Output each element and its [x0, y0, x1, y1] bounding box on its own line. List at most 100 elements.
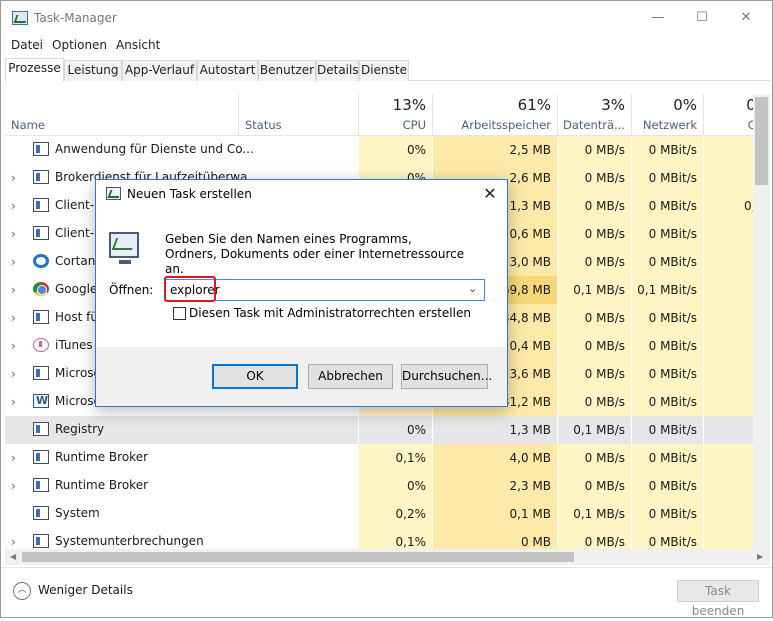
network-cell: 0 MBit/s [631, 164, 703, 192]
process-name: Runtime Broker [55, 450, 149, 464]
network-cell: 0 MBit/s [631, 388, 703, 416]
disk-cell: 0 MB/s [557, 360, 631, 388]
network-percent: 0% [673, 96, 697, 114]
ok-button[interactable]: OK [212, 364, 298, 389]
menu-optionen[interactable]: Optionen [52, 38, 107, 52]
memory-cell: 1,3 MB [432, 416, 557, 444]
minimize-button[interactable]: — [635, 1, 681, 35]
chevron-right-icon[interactable]: › [11, 367, 16, 381]
disk-cell: 0 MB/s [557, 388, 631, 416]
column-header-cpu[interactable]: 13% CPU [358, 94, 432, 136]
memory-cell: 0 MB [432, 528, 557, 549]
network-cell: 0 MBit/s [631, 416, 703, 444]
column-header-network[interactable]: 0% Netzwerk [631, 94, 703, 136]
title-bar: Task-Manager — ☐ ✕ [1, 1, 772, 35]
chevron-right-icon[interactable]: › [11, 311, 16, 325]
tab-dienste[interactable]: Dienste [359, 60, 409, 81]
table-row[interactable]: › Runtime Broker 0% 2,3 MB 0 MB/s 0 MBit/s [5, 472, 770, 500]
network-cell: 0 MBit/s [631, 444, 703, 472]
disk-cell: 0 MB/s [557, 192, 631, 220]
end-task-button[interactable]: Task beenden [677, 580, 759, 618]
open-combobox[interactable]: explorer ⌄ [164, 276, 485, 302]
memory-percent: 61% [517, 96, 551, 114]
table-row[interactable]: System 0,2% 0,1 MB 0,1 MB/s 0 MBit/s [5, 500, 770, 528]
chevron-right-icon[interactable]: › [11, 451, 16, 465]
horizontal-scrollbar[interactable]: ◀ ▶ [5, 549, 770, 565]
network-label: Netzwerk [642, 118, 697, 132]
admin-checkbox[interactable] [173, 307, 186, 320]
tab-app-verlauf[interactable]: App-Verlauf [122, 60, 197, 81]
network-cell: 0 MBit/s [631, 500, 703, 528]
task-manager-icon [12, 11, 28, 25]
network-cell: 0 MBit/s [631, 304, 703, 332]
cancel-button[interactable]: Abbrechen [308, 364, 393, 389]
vertical-scrollbar[interactable] [753, 94, 770, 549]
disk-cell: 0 MB/s [557, 220, 631, 248]
dialog-close-button[interactable]: ✕ [477, 183, 503, 205]
cpu-label: CPU [402, 118, 426, 132]
column-header-memory[interactable]: 61% Arbeitsspeicher [432, 94, 557, 136]
column-header-disk[interactable]: 3% Datenträ... [557, 94, 631, 136]
memory-cell: 0,1 MB [432, 500, 557, 528]
horizontal-scroll-thumb[interactable] [22, 552, 574, 562]
network-cell: 0 MBit/s [631, 528, 703, 549]
disk-cell: 0 MB/s [557, 472, 631, 500]
column-header-status[interactable]: Status [238, 94, 358, 136]
menu-datei[interactable]: Datei [11, 38, 43, 52]
chevron-right-icon[interactable]: › [11, 479, 16, 493]
disk-cell: 0,1 MB/s [557, 416, 631, 444]
tab-prozesse[interactable]: Prozesse [5, 58, 64, 82]
process-icon [33, 450, 49, 464]
chevron-right-icon[interactable]: › [11, 255, 16, 269]
column-header-name[interactable]: Name [11, 118, 45, 132]
status-label: Status [245, 118, 282, 132]
chevron-right-icon[interactable]: › [11, 171, 16, 185]
network-cell: 0 MBit/s [631, 220, 703, 248]
table-row[interactable]: Anwendung für Dienste und Co... 0% 2,5 MB 0… [5, 136, 770, 164]
chevron-right-icon[interactable]: › [11, 283, 16, 297]
process-icon [33, 394, 49, 408]
vertical-scroll-thumb[interactable] [755, 97, 768, 185]
chevron-right-icon[interactable]: › [11, 535, 16, 549]
cpu-cell: 0,1% [358, 528, 432, 549]
chevron-right-icon[interactable]: › [11, 227, 16, 241]
table-header: Name Status 13% CPU 61% Arbeitsspeicher … [5, 94, 770, 136]
tab-benutzer[interactable]: Benutzer [258, 60, 316, 81]
network-cell: 0 MBit/s [631, 472, 703, 500]
task-manager-icon [106, 187, 121, 200]
cpu-cell: 0,1% [358, 444, 432, 472]
table-row[interactable]: Registry 0% 1,3 MB 0,1 MB/s 0 MBit/s [5, 416, 770, 444]
new-task-dialog: Neuen Task erstellen ✕ Geben Sie den Nam… [95, 179, 508, 407]
chevron-up-icon[interactable]: ︿ [13, 582, 31, 600]
tab-details[interactable]: Details [316, 60, 359, 81]
fewer-details-link[interactable]: Weniger Details [38, 583, 133, 597]
browse-button[interactable]: Durchsuchen... [401, 364, 492, 389]
menu-ansicht[interactable]: Ansicht [116, 38, 160, 52]
admin-checkbox-label[interactable]: Diesen Task mit Administratorrechten ers… [189, 306, 471, 320]
process-icon [33, 338, 49, 352]
scroll-right-arrow-icon[interactable]: ▶ [757, 552, 763, 561]
chevron-down-icon[interactable]: ⌄ [468, 282, 477, 295]
scroll-left-arrow-icon[interactable]: ◀ [10, 552, 16, 561]
tab-leistung[interactable]: Leistung [64, 60, 122, 81]
cpu-percent: 13% [392, 96, 426, 114]
window-title: Task-Manager [34, 11, 117, 25]
close-button[interactable]: ✕ [723, 1, 769, 35]
disk-cell: 0 MB/s [557, 332, 631, 360]
maximize-button[interactable]: ☐ [679, 1, 725, 35]
chevron-right-icon[interactable]: › [11, 199, 16, 213]
run-program-icon [109, 232, 139, 264]
memory-cell: 4,0 MB [432, 444, 557, 472]
tab-autostart[interactable]: Autostart [197, 60, 258, 81]
process-icon [33, 310, 49, 324]
disk-cell: 0 MB/s [557, 528, 631, 549]
cpu-cell: 0% [358, 136, 432, 164]
table-row[interactable]: › Systemunterbrechungen 0,1% 0 MB 0 MB/s 0 MB… [5, 528, 770, 549]
table-row[interactable]: › Runtime Broker 0,1% 4,0 MB 0 MB/s 0 MBit/s [5, 444, 770, 472]
chevron-right-icon[interactable]: › [11, 395, 16, 409]
disk-cell: 0 MB/s [557, 248, 631, 276]
chevron-right-icon[interactable]: › [11, 339, 16, 353]
disk-cell: 0 MB/s [557, 136, 631, 164]
cpu-cell: 0,2% [358, 500, 432, 528]
process-icon [33, 506, 49, 520]
